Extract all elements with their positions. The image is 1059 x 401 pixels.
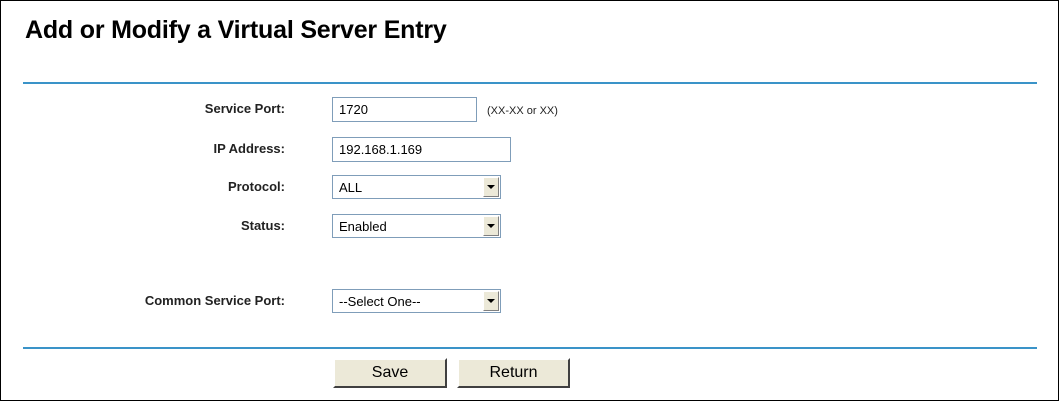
chevron-down-icon bbox=[487, 299, 495, 303]
bottom-divider bbox=[23, 347, 1037, 349]
status-select[interactable]: Enabled bbox=[332, 214, 501, 238]
protocol-select[interactable]: ALL bbox=[332, 175, 501, 199]
ip-address-input[interactable]: 192.168.1.169 bbox=[332, 137, 511, 162]
status-selected-value: Enabled bbox=[339, 219, 387, 234]
common-service-port-selected-value: --Select One-- bbox=[339, 294, 421, 309]
ip-address-label: IP Address: bbox=[213, 141, 285, 156]
status-dropdown-button[interactable] bbox=[483, 216, 499, 236]
page-title: Add or Modify a Virtual Server Entry bbox=[25, 16, 447, 44]
protocol-dropdown-button[interactable] bbox=[483, 177, 499, 197]
return-button[interactable]: Return bbox=[457, 358, 570, 388]
protocol-label: Protocol: bbox=[227, 179, 285, 194]
common-service-port-label: Common Service Port: bbox=[144, 293, 285, 308]
protocol-selected-value: ALL bbox=[339, 180, 363, 195]
top-divider bbox=[23, 82, 1037, 84]
chevron-down-icon bbox=[487, 224, 495, 228]
virtual-server-panel: Add or Modify a Virtual Server Entry Ser… bbox=[0, 0, 1059, 401]
chevron-down-icon bbox=[487, 185, 495, 189]
service-port-hint: (XX-XX or XX) bbox=[487, 105, 558, 117]
common-service-port-select[interactable]: --Select One-- bbox=[332, 289, 501, 313]
service-port-input[interactable]: 1720 bbox=[332, 97, 477, 122]
service-port-label: Service Port: bbox=[204, 101, 285, 116]
status-label: Status: bbox=[240, 218, 285, 233]
common-service-port-dropdown-button[interactable] bbox=[483, 291, 499, 311]
save-button[interactable]: Save bbox=[333, 358, 447, 388]
